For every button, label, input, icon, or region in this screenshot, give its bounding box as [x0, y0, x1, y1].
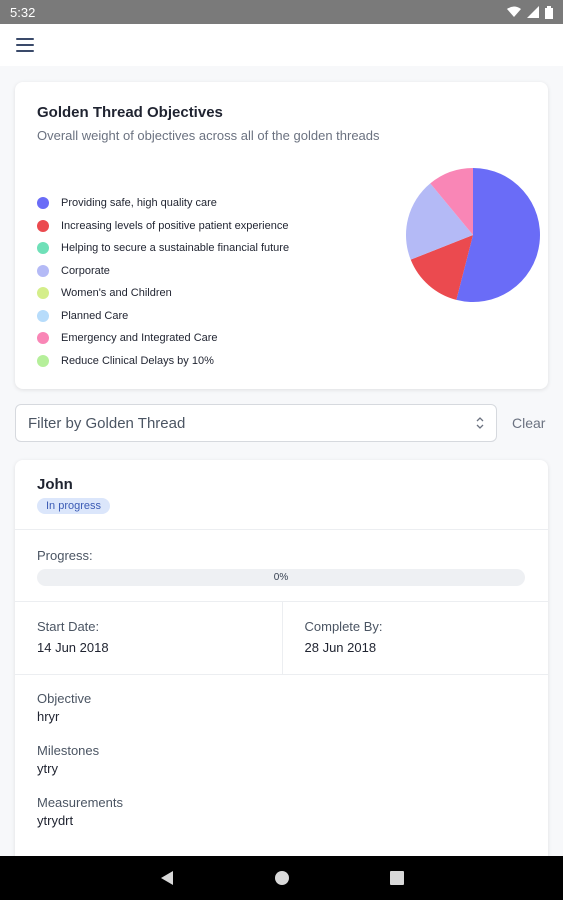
legend-label: Emergency and Integrated Care [61, 332, 218, 345]
legend-swatch [37, 332, 49, 345]
progress-bar: 0% [37, 569, 525, 586]
complete-by-column: Complete By: 28 Jun 2018 [281, 602, 549, 674]
progress-label: Progress: [37, 548, 93, 563]
legend-item: Providing safe, high quality care [37, 192, 289, 215]
owner-name: John [37, 476, 73, 493]
recents-icon[interactable] [389, 871, 404, 885]
battery-icon [545, 5, 553, 19]
back-icon[interactable] [160, 870, 174, 886]
golden-thread-chart-card: Golden Thread Objectives Overall weight … [15, 82, 548, 389]
complete-by-label: Complete By: [304, 619, 383, 634]
dates-section: Start Date: 14 Jun 2018 Complete By: 28 … [15, 602, 548, 675]
legend-label: Planned Care [61, 309, 129, 322]
menu-icon[interactable] [16, 38, 34, 52]
start-date-label: Start Date: [37, 619, 100, 634]
wifi-icon [507, 6, 521, 17]
signal-icon [527, 6, 539, 18]
legend-label: Women's and Children [61, 287, 172, 300]
legend-item: Women's and Children [37, 282, 289, 305]
legend-label: Providing safe, high quality care [61, 197, 217, 210]
navigation-bar [0, 856, 563, 900]
select-arrows-icon [476, 416, 484, 430]
home-icon[interactable] [274, 870, 290, 886]
progress-section: Progress: 0% [15, 530, 548, 602]
milestones-detail: Milestones ytry [37, 743, 526, 776]
legend-swatch [37, 219, 49, 232]
legend-item: Planned Care [37, 305, 289, 328]
legend-swatch [37, 242, 49, 255]
measurements-detail: Measurements ytrydrt [37, 795, 526, 828]
legend-label: Increasing levels of positive patient ex… [61, 219, 289, 232]
clear-filter-button[interactable]: Clear [512, 415, 545, 431]
legend-label: Corporate [61, 264, 110, 277]
golden-thread-filter-select[interactable]: Filter by Golden Thread [15, 404, 497, 442]
legend-item: Emergency and Integrated Care [37, 327, 289, 350]
legend-label: Helping to secure a sustainable financia… [61, 242, 290, 255]
measurements-label: Measurements [37, 795, 123, 810]
status-badge: In progress [37, 498, 111, 514]
legend-swatch [37, 264, 49, 277]
legend-swatch [37, 287, 49, 300]
legend-item: Increasing levels of positive patient ex… [37, 215, 289, 238]
legend-item: Helping to secure a sustainable financia… [37, 237, 289, 260]
complete-by-value: 28 Jun 2018 [304, 640, 377, 655]
start-date-column: Start Date: 14 Jun 2018 [15, 602, 282, 674]
chart-title: Golden Thread Objectives [37, 104, 223, 121]
objective-value: hryr [37, 709, 60, 724]
start-date-value: 14 Jun 2018 [37, 640, 109, 655]
pie-chart [406, 168, 541, 302]
objective-label: Objective [37, 691, 92, 706]
objective-card[interactable]: John In progress Progress: 0% Start Date… [15, 460, 548, 880]
status-bar: 5:32 [0, 0, 563, 24]
measurements-value: ytrydrt [37, 813, 74, 828]
progress-text: 0% [273, 572, 289, 583]
legend-item: Corporate [37, 260, 289, 283]
objective-detail: Objective hryr [37, 691, 526, 724]
details-section: Objective hryr Milestones ytry Measureme… [15, 675, 548, 828]
milestones-label: Milestones [37, 743, 100, 758]
legend-label: Reduce Clinical Delays by 10% [61, 354, 214, 367]
status-time: 5:32 [10, 4, 36, 20]
legend-swatch [37, 197, 49, 210]
filter-row: Filter by Golden Thread Clear [15, 404, 548, 442]
legend-swatch [37, 354, 49, 367]
legend-item: Reduce Clinical Delays by 10% [37, 350, 289, 373]
chart-subtitle: Overall weight of objectives across all … [37, 128, 380, 143]
filter-placeholder: Filter by Golden Thread [28, 414, 186, 432]
objective-card-header: John In progress [15, 460, 548, 530]
legend-swatch [37, 309, 49, 322]
milestones-value: ytry [37, 761, 58, 776]
status-icons [507, 5, 553, 19]
app-bar [0, 24, 563, 66]
chart-legend: Providing safe, high quality care Increas… [37, 192, 289, 372]
